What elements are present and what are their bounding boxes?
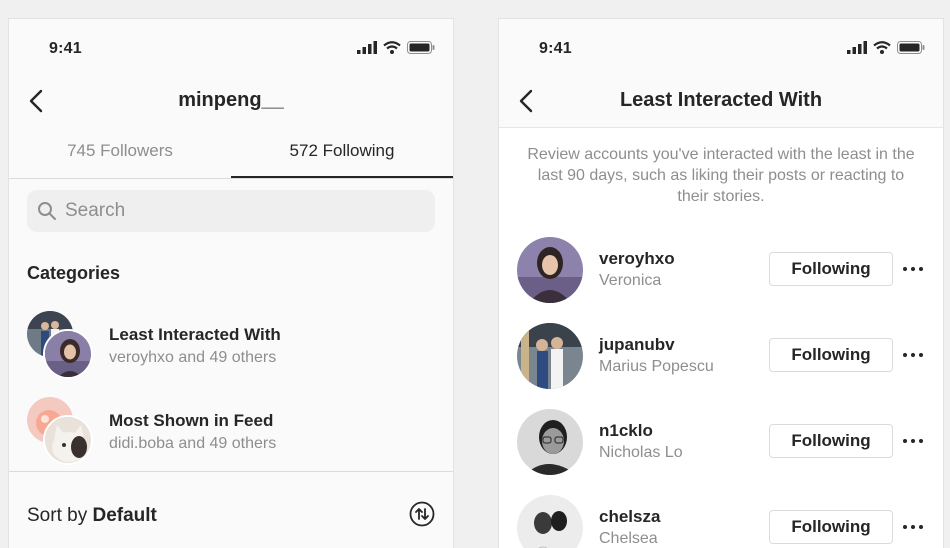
- sort-icon[interactable]: [409, 501, 435, 527]
- category-avatars: [27, 397, 97, 467]
- status-icons: [357, 41, 435, 54]
- avatar: [517, 237, 583, 303]
- status-icons: [847, 41, 925, 54]
- search-icon: [38, 202, 56, 220]
- avatar: [43, 329, 93, 379]
- divider: [9, 471, 453, 472]
- search-input[interactable]: [65, 200, 365, 222]
- status-time: 9:41: [539, 40, 572, 57]
- battery-icon: [897, 41, 925, 54]
- status-bar: 9:41: [9, 19, 453, 77]
- category-text: Most Shown in Feed didi.boba and 49 othe…: [109, 411, 276, 453]
- page-title: minpeng__: [178, 89, 284, 111]
- user-row[interactable]: chelsza Chelsea Following: [517, 495, 929, 548]
- status-bar: 9:41: [499, 19, 943, 77]
- category-avatars: [27, 311, 97, 381]
- category-title: Most Shown in Feed: [109, 411, 274, 430]
- more-options-icon[interactable]: [901, 343, 925, 367]
- category-least-interacted[interactable]: Least Interacted With veroyhxo and 49 ot…: [27, 311, 435, 381]
- page-title: Least Interacted With: [619, 89, 823, 111]
- category-subtitle: veroyhxo and 49 others: [109, 349, 277, 366]
- tab-following[interactable]: 572 Following: [231, 129, 453, 178]
- more-options-icon[interactable]: [901, 429, 925, 453]
- description-text: Review accounts you've interacted with t…: [527, 146, 915, 205]
- tab-followers[interactable]: 745 Followers: [9, 129, 231, 178]
- wifi-icon: [383, 41, 401, 54]
- username: n1cklo: [599, 421, 653, 440]
- category-text: Least Interacted With veroyhxo and 49 ot…: [109, 325, 281, 367]
- sort-prefix: Sort by: [27, 505, 88, 526]
- following-button[interactable]: Following: [769, 338, 893, 372]
- more-options-icon[interactable]: [901, 515, 925, 539]
- username: jupanubv: [599, 335, 675, 354]
- username: veroyhxo: [599, 249, 675, 268]
- nav-bar: minpeng__: [9, 77, 453, 127]
- more-options-icon[interactable]: [901, 257, 925, 281]
- user-row[interactable]: veroyhxo Veronica Following: [517, 237, 929, 307]
- avatar: [517, 323, 583, 389]
- signal-icon: [847, 41, 867, 54]
- status-time: 9:41: [49, 40, 82, 57]
- full-name: Chelsea: [599, 530, 658, 547]
- following-button[interactable]: Following: [769, 510, 893, 544]
- followers-screen: 9:41 minpeng__ 745 Followers 572 Followi…: [8, 18, 454, 548]
- following-button[interactable]: Following: [769, 252, 893, 286]
- sort-label[interactable]: Sort by Default: [27, 505, 157, 527]
- category-subtitle: didi.boba and 49 others: [109, 435, 277, 452]
- category-most-shown[interactable]: Most Shown in Feed didi.boba and 49 othe…: [27, 397, 435, 467]
- full-name: Veronica: [599, 272, 662, 289]
- following-button[interactable]: Following: [769, 424, 893, 458]
- wifi-icon: [873, 41, 891, 54]
- avatar: [517, 495, 583, 548]
- nav-bar: Least Interacted With: [499, 77, 943, 127]
- tab-bar: 745 Followers 572 Following: [9, 129, 453, 179]
- battery-icon: [407, 41, 435, 54]
- avatar: [43, 415, 93, 465]
- user-row[interactable]: jupanubv Marius Popescu Following: [517, 323, 929, 393]
- sort-value: Default: [92, 505, 157, 526]
- user-row[interactable]: n1cklo Nicholas Lo Following: [517, 409, 929, 479]
- avatar: [517, 409, 583, 475]
- username: chelsza: [599, 507, 661, 526]
- full-name: Nicholas Lo: [599, 444, 683, 461]
- search-bar[interactable]: [27, 190, 435, 232]
- signal-icon: [357, 41, 377, 54]
- description-section: Review accounts you've interacted with t…: [499, 127, 943, 231]
- full-name: Marius Popescu: [599, 358, 714, 375]
- category-title: Least Interacted With: [109, 325, 281, 344]
- categories-heading: Categories: [27, 263, 121, 283]
- least-interacted-screen: 9:41 Least Interacted With Review accoun…: [498, 18, 944, 548]
